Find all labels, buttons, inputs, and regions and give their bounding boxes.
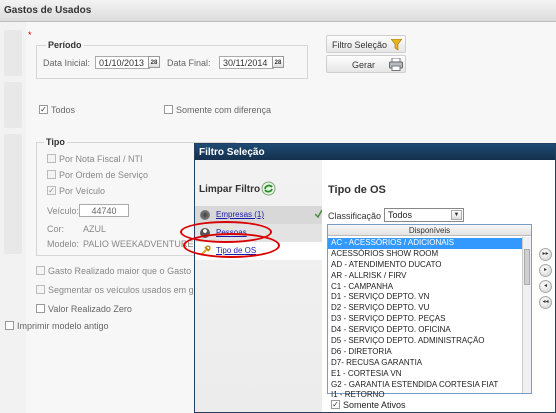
list-items: AC - ACESSÓRIOS / ADICIONAIS ACESSÓRIOS … bbox=[328, 238, 522, 401]
modelo-value: PALIO WEEKADVENTURE bbox=[83, 239, 194, 249]
somente-ativos-checkbox[interactable]: ✓ bbox=[331, 400, 340, 409]
classificacao-label: Classificação bbox=[328, 211, 382, 221]
left-strip-block bbox=[4, 134, 22, 254]
filtro-selecao-button[interactable]: Filtro Seleção bbox=[326, 35, 406, 53]
nav-item-label[interactable]: Empresas (1) bbox=[216, 210, 264, 219]
tipo-legend: Tipo bbox=[44, 137, 67, 147]
left-strip-block bbox=[4, 82, 22, 128]
calendar-icon[interactable]: 28 bbox=[148, 56, 160, 68]
veiculo-field-label: Veículo: bbox=[47, 206, 80, 216]
tipo-os-listbox[interactable]: Disponíveis AC - ACESSÓRIOS / ADICIONAIS… bbox=[327, 224, 532, 399]
classificacao-value: Todos bbox=[388, 210, 413, 220]
list-item[interactable]: D1 - SERVIÇO DEPTO. VN bbox=[328, 292, 522, 303]
filtro-selecao-label: Filtro Seleção bbox=[332, 40, 388, 50]
dialog-title: Filtro Seleção bbox=[199, 147, 265, 158]
modelo-label: Modelo: bbox=[47, 239, 80, 249]
dialog-nav-panel: Limpar Filtro Empresas (1) Pessoas Tipo … bbox=[195, 160, 322, 412]
check-icon bbox=[315, 210, 322, 218]
todos-checkbox[interactable]: ✓ bbox=[39, 105, 48, 114]
list-scrollbar[interactable] bbox=[522, 237, 531, 393]
gasto-realizado-label: Gasto Realizado maior que o Gasto Pr bbox=[48, 266, 203, 276]
imprimir-checkbox[interactable] bbox=[5, 321, 14, 330]
data-final-label: Data Final: bbox=[167, 58, 211, 68]
list-item[interactable]: G2 - GARANTIA ESTENDIDA CORTESIA FIAT bbox=[328, 380, 522, 391]
segmentar-checkbox[interactable] bbox=[36, 285, 45, 294]
company-icon bbox=[200, 210, 210, 220]
segmentar-label: Segmentar os veículos usados em gru bbox=[48, 285, 202, 295]
somente-diferenca-label: Somente com diferença bbox=[176, 105, 272, 115]
left-strip bbox=[0, 22, 26, 413]
move-right-button[interactable]: ▸ bbox=[539, 264, 552, 277]
data-inicial-label: Data Inicial: bbox=[43, 58, 91, 68]
data-inicial-input[interactable]: 01/10/2013 bbox=[95, 56, 150, 69]
list-item[interactable]: AR - ALLRISK / FIRV bbox=[328, 271, 522, 282]
nota-fiscal-checkbox[interactable] bbox=[47, 154, 56, 163]
limpar-filtro-label: Limpar Filtro bbox=[199, 184, 261, 195]
list-item[interactable]: AC - ACESSÓRIOS / ADICIONAIS bbox=[328, 238, 522, 249]
list-item[interactable]: D7- RECUSA GARANTIA bbox=[328, 358, 522, 369]
list-item[interactable]: D5 - SERVIÇO DEPTO. ADMINISTRAÇÃO bbox=[328, 336, 522, 347]
gerar-label: Gerar bbox=[352, 60, 376, 70]
funnel-icon bbox=[391, 39, 402, 51]
imprimir-label: Imprimir modelo antigo bbox=[17, 321, 109, 331]
ordem-servico-checkbox[interactable] bbox=[47, 170, 56, 179]
veiculo-checkbox[interactable]: ✓ bbox=[47, 186, 56, 195]
list-item[interactable]: D6 - DIRETORIA bbox=[328, 347, 522, 358]
list-item[interactable]: D3 - SERVIÇO DEPTO. PEÇAS bbox=[328, 314, 522, 325]
highlight-oval bbox=[183, 233, 280, 258]
chevron-down-icon[interactable]: ▼ bbox=[451, 210, 462, 220]
list-header: Disponíveis bbox=[328, 225, 531, 236]
cor-label: Cor: bbox=[47, 224, 65, 234]
limpar-filtro-button[interactable]: Limpar Filtro bbox=[199, 184, 260, 195]
valor-zero-checkbox[interactable] bbox=[36, 304, 45, 313]
cor-value: AZUL bbox=[83, 224, 107, 234]
ordem-servico-label: Por Ordem de Serviço bbox=[59, 170, 149, 180]
list-item[interactable]: D4 - SERVIÇO DEPTO. OFICINA bbox=[328, 325, 522, 336]
move-all-left-button[interactable]: ◂◂ bbox=[539, 296, 552, 309]
gasto-realizado-checkbox[interactable] bbox=[36, 266, 45, 275]
gerar-button[interactable]: Gerar bbox=[326, 55, 406, 73]
data-final-input[interactable]: 30/11/2014 bbox=[219, 56, 274, 69]
classificacao-select[interactable]: Todos ▼ bbox=[384, 208, 464, 222]
veiculo-input[interactable]: 44740 bbox=[79, 204, 129, 217]
calendar-icon[interactable]: 28 bbox=[272, 56, 284, 68]
somente-diferenca-checkbox[interactable] bbox=[164, 105, 173, 114]
list-item[interactable]: AD - ATENDIMENTO DUCATO bbox=[328, 260, 522, 271]
section-title: Tipo de OS bbox=[328, 184, 386, 196]
list-item[interactable]: C1 - CAMPANHA bbox=[328, 282, 522, 293]
somente-ativos-label: Somente Ativos bbox=[343, 400, 406, 410]
window-titlebar: Gastos de Usados bbox=[0, 0, 556, 22]
periodo-legend: Período bbox=[46, 40, 84, 50]
refresh-icon[interactable] bbox=[261, 181, 276, 196]
move-all-right-button[interactable]: ▸▸ bbox=[539, 248, 552, 261]
list-item[interactable]: D2 - SERVIÇO DEPTO. VU bbox=[328, 303, 522, 314]
nota-fiscal-label: Por Nota Fiscal / NTI bbox=[59, 154, 143, 164]
veiculo-label: Por Veículo bbox=[59, 186, 106, 196]
move-left-button[interactable]: ◂ bbox=[539, 280, 552, 293]
filtro-selecao-dialog: Filtro Seleção Limpar Filtro Empresas (1… bbox=[180, 143, 556, 413]
left-strip-block bbox=[4, 30, 22, 76]
list-item[interactable]: E1 - CORTESIA VN bbox=[328, 369, 522, 380]
valor-zero-label: Valor Realizado Zero bbox=[48, 304, 132, 314]
printer-icon bbox=[389, 58, 403, 71]
required-star: * bbox=[28, 30, 32, 40]
todos-label: Todos bbox=[51, 105, 76, 115]
window-title: Gastos de Usados bbox=[4, 5, 92, 16]
list-item[interactable]: ACESSÓRIOS SHOW ROOM bbox=[328, 249, 522, 260]
scrollbar-thumb[interactable] bbox=[524, 249, 530, 285]
dialog-titlebar: Filtro Seleção bbox=[195, 144, 555, 160]
